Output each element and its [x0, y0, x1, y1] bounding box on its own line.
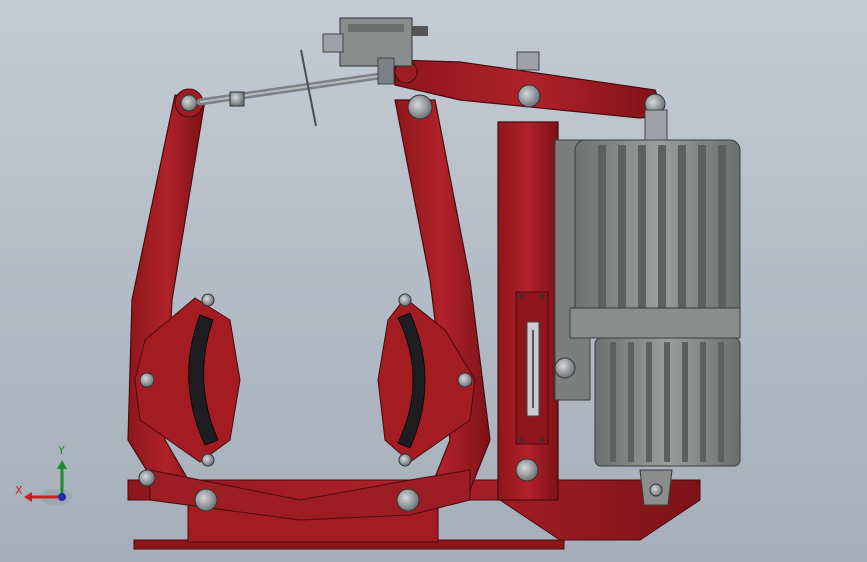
x-axis-label: X	[15, 484, 23, 497]
y-axis-arrow-icon	[57, 460, 67, 469]
y-axis-label: Y	[57, 444, 65, 457]
z-axis-dot	[58, 493, 66, 501]
brake-assembly-model[interactable]	[0, 0, 867, 562]
sight-gauge	[515, 291, 549, 445]
cad-viewport[interactable]: X Y	[0, 0, 867, 562]
x-axis-arrow-icon	[24, 492, 32, 502]
thruster-motor[interactable]	[554, 109, 741, 506]
axis-triad: X Y	[15, 444, 72, 505]
